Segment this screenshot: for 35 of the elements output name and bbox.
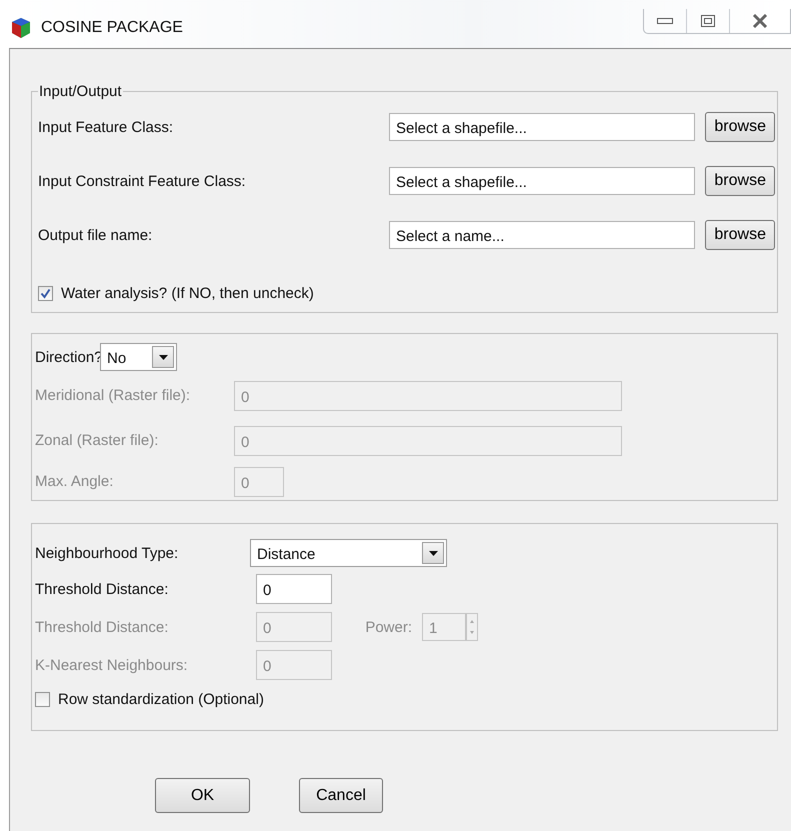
minimize-icon xyxy=(657,18,673,24)
field-label: Power: xyxy=(364,618,412,636)
field-label: Output file name: xyxy=(38,226,154,244)
panel-legend: Input/Output xyxy=(38,83,123,100)
field-label: Threshold Distance: xyxy=(35,580,170,598)
checkbox-label: Water analysis? (If NO, then uncheck) xyxy=(61,284,314,302)
field-label: Max. Angle: xyxy=(35,473,114,490)
field-label: Threshold Distance: xyxy=(35,618,170,636)
field-label: Neighbourhood Type: xyxy=(35,544,180,562)
number-field[interactable]: 0 xyxy=(256,574,332,604)
shapefile-field[interactable]: Select a name... xyxy=(389,221,696,249)
cancel-button[interactable]: Cancel xyxy=(299,778,383,813)
browse-button[interactable]: browse xyxy=(705,112,775,142)
caret-icon xyxy=(158,354,168,360)
checkbox[interactable] xyxy=(35,692,50,706)
field-label: Input Feature Class: xyxy=(38,118,174,136)
maximize-icon xyxy=(701,15,715,27)
neighbourhood-dropdown[interactable]: Distance xyxy=(250,539,447,567)
ok-button[interactable]: OK xyxy=(155,778,250,813)
app-icon xyxy=(11,17,31,39)
field-label: Direction? xyxy=(35,348,100,366)
field-label: Zonal (Raster file): xyxy=(35,432,160,449)
checkbox-label: Row standardization (Optional) xyxy=(58,690,264,708)
field-label: Input Constraint Feature Class: xyxy=(38,172,247,190)
field-label: Meridional (Raster file): xyxy=(35,387,192,404)
shapefile-field[interactable]: Select a shapefile... xyxy=(389,167,696,195)
close-icon xyxy=(752,14,768,28)
shapefile-field[interactable]: Select a shapefile... xyxy=(389,113,696,141)
field-label: K-Nearest Neighbours: xyxy=(35,656,189,674)
caret-icon xyxy=(428,550,438,556)
direction-dropdown[interactable]: No xyxy=(100,343,177,371)
browse-button[interactable]: browse xyxy=(705,220,775,250)
window-title: COSINE PACKAGE xyxy=(41,19,183,37)
browse-button[interactable]: browse xyxy=(705,166,775,196)
checkbox[interactable] xyxy=(38,286,53,300)
